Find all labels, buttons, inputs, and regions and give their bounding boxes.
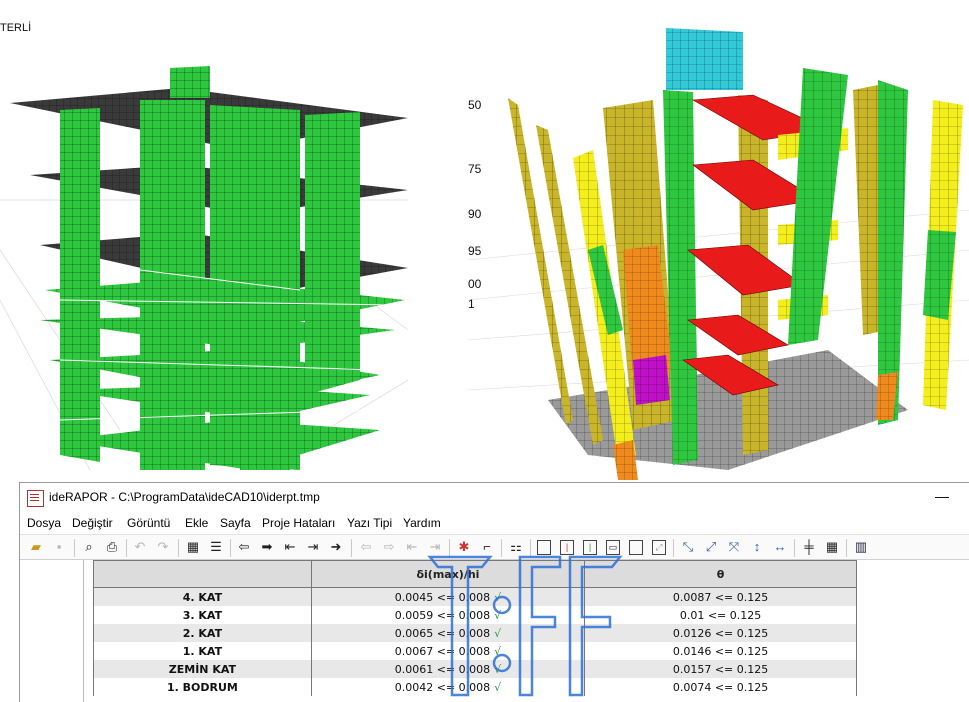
page-blank-icon[interactable]: [629, 540, 643, 555]
table-row: ZEMİN KAT 0.0061 <= 0.008 √ 0.0157 <= 0.1…: [93, 660, 857, 678]
side-label: 50: [468, 98, 482, 112]
kat-cell: 3. KAT: [93, 606, 312, 624]
menu-yazi-tipi[interactable]: Yazı Tipi: [347, 516, 392, 530]
check-icon: √: [494, 590, 502, 604]
goto-icon[interactable]: ➜: [327, 538, 345, 556]
side-label: 1: [468, 297, 475, 311]
drift-cell: 0.0042 <= 0.008 √: [310, 678, 586, 696]
bracket-icon[interactable]: ⌐: [478, 538, 496, 556]
arrow-right-dim-icon[interactable]: ⇨: [380, 538, 398, 556]
check-icon: √: [494, 680, 502, 694]
grid2-icon[interactable]: ╪: [800, 538, 818, 556]
building-model-green: [0, 66, 408, 471]
undo-icon[interactable]: ↶: [131, 538, 149, 556]
page-red-icon[interactable]: |: [560, 540, 574, 555]
document-icon: [27, 490, 44, 507]
theta-cell: 0.0126 <= 0.125: [584, 624, 857, 642]
table-row: 2. KAT 0.0065 <= 0.008 √ 0.0126 <= 0.125: [93, 624, 857, 642]
check-icon: √: [494, 626, 502, 640]
arrow-left-dim-icon[interactable]: ⇦: [357, 538, 375, 556]
arrow-right-icon[interactable]: ➡: [258, 538, 276, 556]
table-row: 4. KAT 0.0045 <= 0.008 √ 0.0087 <= 0.125: [93, 587, 857, 606]
header-theta: θ: [584, 560, 857, 588]
kat-cell: 1. BODRUM: [93, 678, 312, 696]
menu-ekle[interactable]: Ekle: [185, 516, 208, 530]
building-model-colored: [467, 28, 969, 480]
theta-cell: 0.0087 <= 0.125: [584, 587, 857, 606]
title-bar[interactable]: ideRAPOR - C:\ProgramData\ideCAD10\iderp…: [20, 483, 969, 513]
kat-cell: 1. KAT: [93, 642, 312, 660]
drift-cell: 0.0067 <= 0.008 √: [310, 642, 586, 660]
list-icon[interactable]: ☰: [207, 538, 225, 556]
minimize-button[interactable]: —: [932, 485, 952, 507]
print-preview-icon[interactable]: ⌕: [80, 538, 98, 556]
table-row: 3. KAT 0.0059 <= 0.008 √ 0.01 <= 0.125: [93, 606, 857, 624]
arrow-first-icon[interactable]: ⇤: [281, 538, 299, 556]
table-icon[interactable]: ▦: [823, 538, 841, 556]
side-label: 75: [468, 162, 482, 176]
theta-cell: 0.0074 <= 0.125: [584, 678, 857, 696]
check-icon: √: [494, 608, 502, 622]
save-icon[interactable]: ▪: [50, 538, 68, 556]
side-label: 95: [468, 244, 482, 258]
drift-cell: 0.0059 <= 0.008 √: [310, 606, 586, 624]
calculator-icon[interactable]: ▦: [184, 538, 202, 556]
menu-yardim[interactable]: Yardım: [403, 516, 441, 530]
header-drift: δi(max)/hi: [310, 560, 586, 588]
drift-cell: 0.0065 <= 0.008 √: [310, 624, 586, 642]
table-view-icon[interactable]: ▥: [852, 538, 870, 556]
page-icon[interactable]: [537, 540, 551, 555]
error-icon[interactable]: ✱: [455, 538, 473, 556]
window-title: ideRAPOR - C:\ProgramData\ideCAD10\iderp…: [49, 490, 320, 504]
kat-cell: ZEMİN KAT: [93, 660, 312, 678]
vertical-align-icon[interactable]: ⤧: [725, 538, 743, 556]
table-row: 1. KAT 0.0067 <= 0.008 √ 0.0146 <= 0.125: [93, 642, 857, 660]
side-label: 00: [468, 277, 482, 291]
document-margin: [20, 560, 84, 702]
kat-cell: 2. KAT: [93, 624, 312, 642]
print-icon[interactable]: ⎙: [103, 538, 121, 556]
scale-icon[interactable]: ⤢: [652, 540, 666, 555]
check-icon: √: [494, 644, 502, 658]
scale-x-icon[interactable]: ⤢: [702, 538, 720, 556]
kat-cell: 4. KAT: [93, 587, 312, 606]
menu-sayfa[interactable]: Sayfa: [220, 516, 251, 530]
drift-cell: 0.0045 <= 0.008 √: [310, 587, 586, 606]
toolbar: ▰ ▪ ⌕ ⎙ ↶ ↷ ▦ ☰ ⇦ ➡ ⇤ ⇥ ➜ ⇦ ⇨ ⇤ ⇥ ✱ ⌐ ⚏ …: [20, 534, 969, 560]
report-document[interactable]: δi(max)/hi θ 4. KAT 0.0045 <= 0.008 √ 0.0…: [20, 560, 969, 702]
scale-down-icon[interactable]: ⤡: [679, 538, 697, 556]
first-dim-icon[interactable]: ⇤: [403, 538, 421, 556]
open-folder-icon[interactable]: ▰: [27, 538, 45, 556]
page-green-icon[interactable]: |: [583, 540, 597, 555]
grid-icon[interactable]: ↔: [771, 538, 789, 556]
tree-icon[interactable]: ⚏: [507, 538, 525, 556]
table-row: 1. BODRUM 0.0042 <= 0.008 √ 0.0074 <= 0.1…: [93, 678, 857, 696]
right-3d-viewport[interactable]: 50 75 90 95 00 1: [408, 0, 969, 480]
theta-cell: 0.0146 <= 0.125: [584, 642, 857, 660]
menu-degistir[interactable]: Değiştir: [72, 516, 113, 530]
drift-table: δi(max)/hi θ 4. KAT 0.0045 <= 0.008 √ 0.0…: [93, 560, 857, 696]
menu-proje-hatalari[interactable]: Proje Hataları: [262, 516, 335, 530]
drift-cell: 0.0061 <= 0.008 √: [310, 660, 586, 678]
left-3d-viewport[interactable]: TERLİ: [0, 0, 408, 480]
last-dim-icon[interactable]: ⇥: [426, 538, 444, 556]
header-kat: [93, 560, 312, 588]
menu-goruntu[interactable]: Görüntü: [127, 516, 170, 530]
theta-cell: 0.0157 <= 0.125: [584, 660, 857, 678]
arrow-left-icon[interactable]: ⇦: [235, 538, 253, 556]
horizontal-align-icon[interactable]: ↕: [748, 538, 766, 556]
menu-bar: Dosya Değiştir Görüntü Ekle Sayfa Proje …: [20, 513, 969, 533]
page-frame-icon[interactable]: ▭: [606, 540, 620, 555]
redo-icon[interactable]: ↷: [154, 538, 172, 556]
arrow-last-icon[interactable]: ⇥: [304, 538, 322, 556]
side-label: 90: [468, 207, 482, 221]
menu-dosya[interactable]: Dosya: [27, 516, 61, 530]
iderapor-window[interactable]: ideRAPOR - C:\ProgramData\ideCAD10\iderp…: [19, 482, 969, 702]
check-icon: √: [494, 662, 502, 676]
theta-cell: 0.01 <= 0.125: [584, 606, 857, 624]
